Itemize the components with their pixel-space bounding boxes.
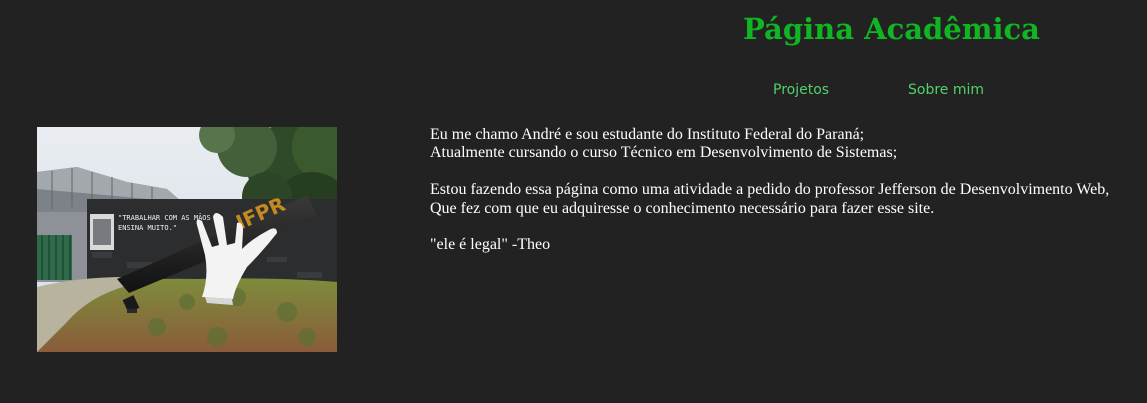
nav-link-projetos[interactable]: Projetos: [773, 82, 829, 98]
text-line: Que fez com que eu adquiresse o conhecim…: [430, 199, 935, 217]
page-title: Página Acadêmica: [743, 12, 1040, 46]
activity-paragraph: Estou fazendo essa página como uma ativi…: [430, 181, 1130, 218]
nav-link-sobre-mim[interactable]: Sobre mim: [908, 82, 984, 98]
text-line: "ele é legal" -Theo: [430, 236, 551, 254]
text-line: Eu me chamo André e sou estudante do Ins…: [430, 126, 865, 143]
text-line: Estou fazendo essa página como uma ativi…: [430, 181, 1110, 199]
intro-paragraph: Eu me chamo André e sou estudante do Ins…: [430, 126, 1130, 163]
intro-text: Eu me chamo André e sou estudante do Ins…: [430, 126, 1130, 273]
main-nav: Projetos Sobre mim: [0, 82, 1147, 104]
wall-quote-line2: ENSINA MUITO.": [118, 224, 177, 232]
quote-paragraph: "ele é legal" -Theo: [430, 236, 1130, 254]
ifpr-campus-photo: "TRABALHAR COM AS MÃOS ENSINA MUITO." IF…: [37, 127, 337, 352]
text-line: Atualmente cursando o curso Técnico em D…: [430, 144, 898, 162]
